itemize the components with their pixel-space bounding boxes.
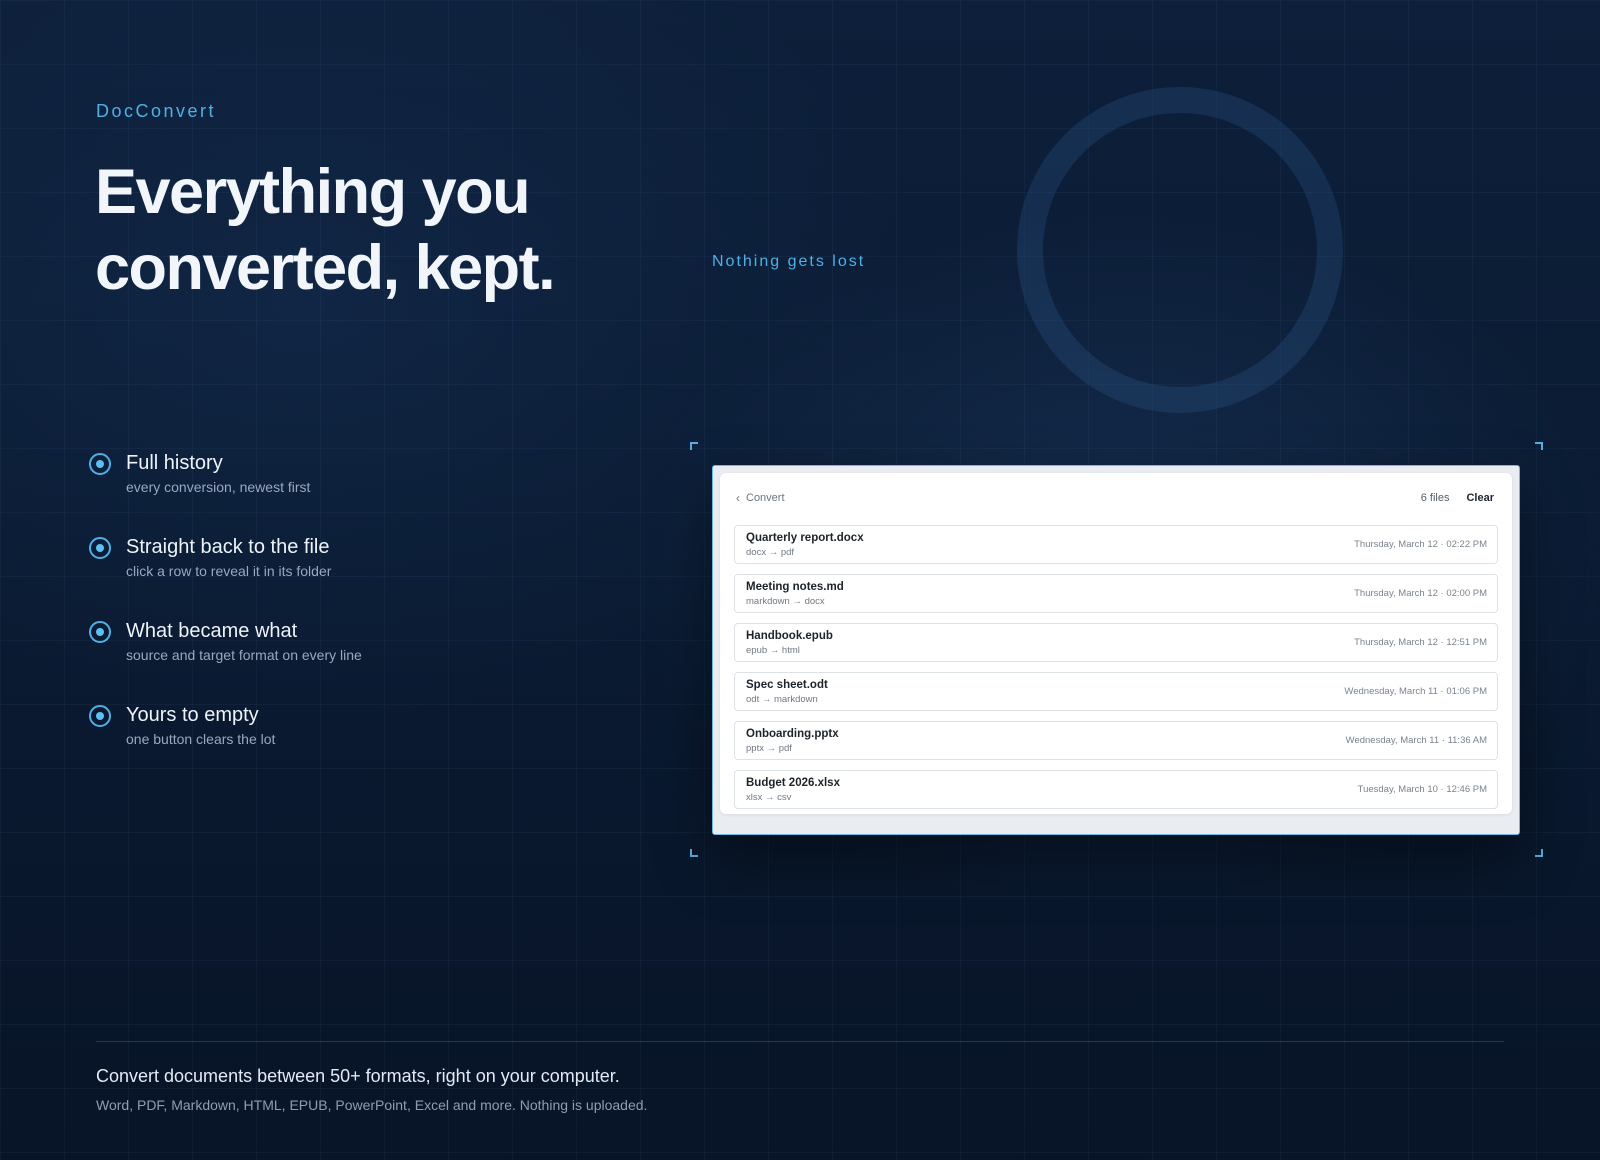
feature-item: What became what source and target forma… — [88, 618, 608, 702]
feature-subtitle: one button clears the lot — [126, 731, 276, 747]
app-screenshot-frame: ‹ Convert 6 files Clear Quarterly report… — [712, 465, 1520, 835]
hero-line-1: Everything you — [95, 157, 531, 227]
hero-headline: Everything you converted, kept. — [95, 154, 655, 306]
conversion-formats: docx → pdf — [746, 547, 795, 558]
feature-title: Straight back to the file — [126, 536, 330, 558]
frame-corner-top-right — [1535, 442, 1543, 450]
feature-item: Straight back to the file click a row to… — [88, 534, 608, 618]
back-label: Convert — [746, 492, 785, 504]
radio-dot-icon — [89, 537, 111, 559]
conversion-formats: odt → markdown — [746, 694, 818, 705]
history-row[interactable]: Meeting notes.md markdown → docx Thursda… — [734, 574, 1498, 613]
frame-corner-bottom-left — [690, 849, 698, 857]
conversion-timestamp: Wednesday, March 11 · 11:36 AM — [1345, 735, 1487, 746]
history-row[interactable]: Handbook.epub epub → html Thursday, Marc… — [734, 623, 1498, 662]
conversion-timestamp: Thursday, March 12 · 12:51 PM — [1354, 637, 1487, 648]
feature-item: Yours to empty one button clears the lot — [88, 702, 608, 786]
hero-line-2: converted, kept. — [95, 233, 556, 303]
history-panel: ‹ Convert 6 files Clear Quarterly report… — [720, 473, 1512, 814]
feature-title: What became what — [126, 620, 298, 642]
tagline: Nothing gets lost — [712, 253, 866, 270]
brand-name: DocConvert — [96, 101, 217, 121]
back-button[interactable]: ‹ Convert — [736, 491, 785, 505]
conversion-formats: markdown → docx — [746, 596, 825, 607]
feature-item: Full history every conversion, newest fi… — [88, 450, 608, 534]
frame-corner-bottom-right — [1535, 849, 1543, 857]
file-name: Meeting notes.md — [746, 581, 844, 593]
file-name: Budget 2026.xlsx — [746, 777, 840, 789]
radio-dot-icon — [89, 705, 111, 727]
feature-title: Yours to empty — [126, 704, 259, 726]
conversion-formats: pptx → pdf — [746, 743, 792, 754]
conversion-timestamp: Thursday, March 12 · 02:22 PM — [1354, 539, 1487, 550]
conversion-timestamp: Tuesday, March 10 · 12:46 PM — [1357, 784, 1487, 795]
chevron-left-icon: ‹ — [736, 491, 740, 505]
conversion-formats: xlsx → csv — [746, 792, 792, 803]
conversion-formats: epub → html — [746, 645, 800, 656]
clear-button[interactable]: Clear — [1466, 492, 1494, 504]
footer-headline: Convert documents between 50+ formats, r… — [96, 1066, 620, 1086]
history-row[interactable]: Spec sheet.odt odt → markdown Wednesday,… — [734, 672, 1498, 711]
file-name: Handbook.epub — [746, 630, 833, 642]
radio-dot-icon — [89, 621, 111, 643]
history-list: Quarterly report.docx docx → pdf Thursda… — [734, 525, 1498, 809]
history-row[interactable]: Onboarding.pptx pptx → pdf Wednesday, Ma… — [734, 721, 1498, 760]
history-row[interactable]: Budget 2026.xlsx xlsx → csv Tuesday, Mar… — [734, 770, 1498, 809]
conversion-timestamp: Wednesday, March 11 · 01:06 PM — [1344, 686, 1487, 697]
history-toolbar: ‹ Convert 6 files Clear — [734, 483, 1498, 513]
frame-corner-top-left — [690, 442, 698, 450]
feature-subtitle: click a row to reveal it in its folder — [126, 563, 332, 579]
file-name: Onboarding.pptx — [746, 728, 839, 740]
file-name: Spec sheet.odt — [746, 679, 828, 691]
feature-title: Full history — [126, 452, 223, 474]
file-name: Quarterly report.docx — [746, 532, 864, 544]
radio-dot-icon — [89, 453, 111, 475]
footer-subtext: Word, PDF, Markdown, HTML, EPUB, PowerPo… — [96, 1097, 648, 1113]
file-count: 6 files — [1420, 492, 1450, 504]
feature-list: Full history every conversion, newest fi… — [88, 450, 608, 786]
footer-divider — [96, 1041, 1504, 1042]
conversion-timestamp: Thursday, March 12 · 02:00 PM — [1354, 588, 1487, 599]
history-row[interactable]: Quarterly report.docx docx → pdf Thursda… — [734, 525, 1498, 564]
feature-subtitle: every conversion, newest first — [126, 479, 311, 495]
decorative-ring — [1017, 87, 1343, 413]
feature-subtitle: source and target format on every line — [126, 647, 362, 663]
